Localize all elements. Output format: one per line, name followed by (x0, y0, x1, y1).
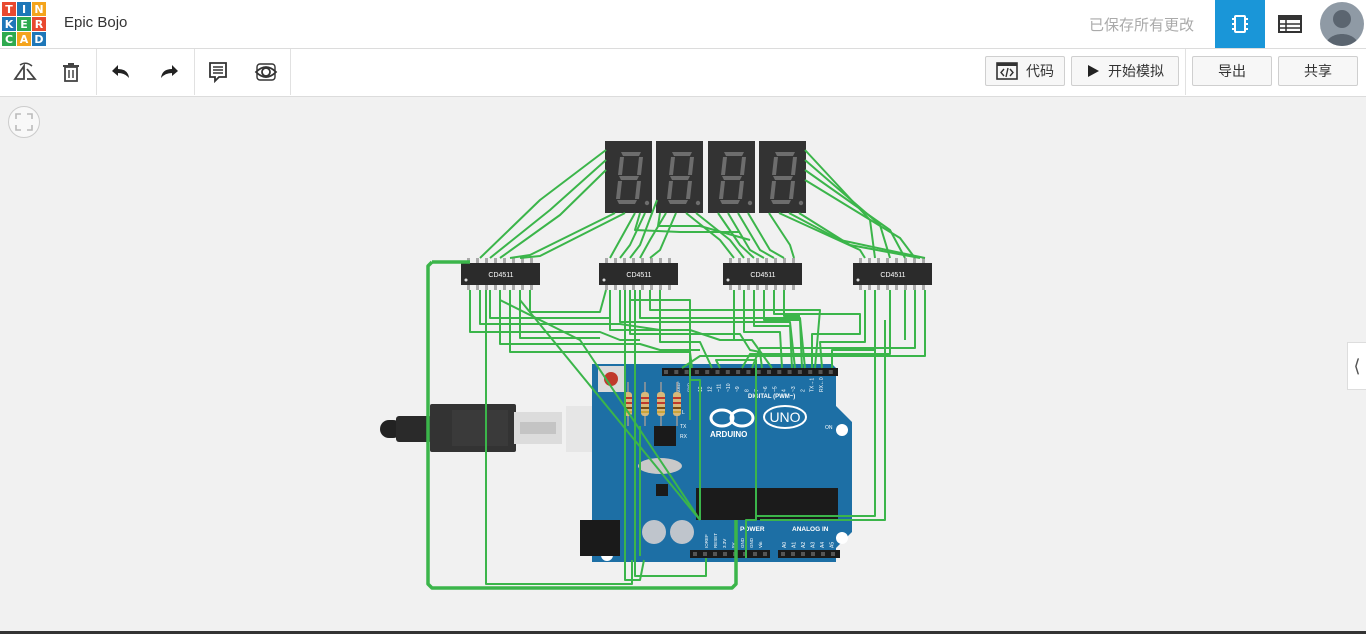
play-icon (1088, 65, 1099, 77)
workplane-canvas[interactable] (0, 97, 1366, 634)
redo-button[interactable] (146, 49, 192, 95)
undo-icon (112, 65, 129, 78)
start-simulation-button[interactable]: 开始模拟 (1071, 56, 1179, 86)
logo-letter: C (2, 32, 16, 46)
code-button-label: 代码 (1026, 63, 1054, 79)
fit-view-button[interactable] (8, 106, 40, 138)
toolbar: 代码 开始模拟 导出 共享 (0, 49, 1366, 97)
rotate-icon (13, 62, 37, 80)
logo-letter: K (2, 17, 16, 31)
list-view-icon (1278, 15, 1302, 33)
rotate-button[interactable] (2, 49, 48, 95)
tinkercad-logo[interactable]: TIN KER CAD (2, 2, 46, 46)
list-view-button[interactable] (1265, 0, 1315, 48)
top-bar: TIN KER CAD Epic Bojo 已保存所有更改 (0, 0, 1366, 49)
chevron-left-icon: ⟨ (1353, 355, 1361, 376)
user-avatar[interactable] (1320, 2, 1364, 46)
notes-button[interactable] (195, 49, 241, 95)
logo-letter: D (32, 32, 46, 46)
toolbar-divider (96, 49, 97, 95)
delete-icon (63, 63, 79, 82)
visibility-icon (254, 63, 278, 81)
fit-view-icon (15, 113, 33, 131)
logo-letter: T (2, 2, 16, 16)
visibility-button[interactable] (243, 49, 289, 95)
circuit-view-icon (1232, 15, 1248, 33)
export-label: 导出 (1218, 63, 1246, 79)
save-status: 已保存所有更改 (1088, 17, 1194, 34)
undo-button[interactable] (98, 49, 144, 95)
share-label: 共享 (1304, 63, 1332, 79)
logo-letter: I (17, 2, 31, 16)
project-title[interactable]: Epic Bojo (64, 14, 127, 31)
redo-icon (161, 65, 178, 78)
component-panel-toggle[interactable]: ⟨ (1347, 342, 1366, 390)
logo-letter: A (17, 32, 31, 46)
circuit-view-button[interactable] (1215, 0, 1265, 48)
logo-letter: N (32, 2, 46, 16)
start-simulation-label: 开始模拟 (1108, 63, 1164, 79)
toolbar-divider (1185, 49, 1186, 95)
share-button[interactable]: 共享 (1278, 56, 1358, 86)
code-button[interactable]: 代码 (985, 56, 1065, 86)
notes-icon (209, 62, 227, 83)
logo-letter: R (32, 17, 46, 31)
code-icon (996, 62, 1018, 80)
delete-button[interactable] (48, 49, 94, 95)
logo-letter: E (17, 17, 31, 31)
toolbar-divider (290, 49, 291, 95)
export-button[interactable]: 导出 (1192, 56, 1272, 86)
